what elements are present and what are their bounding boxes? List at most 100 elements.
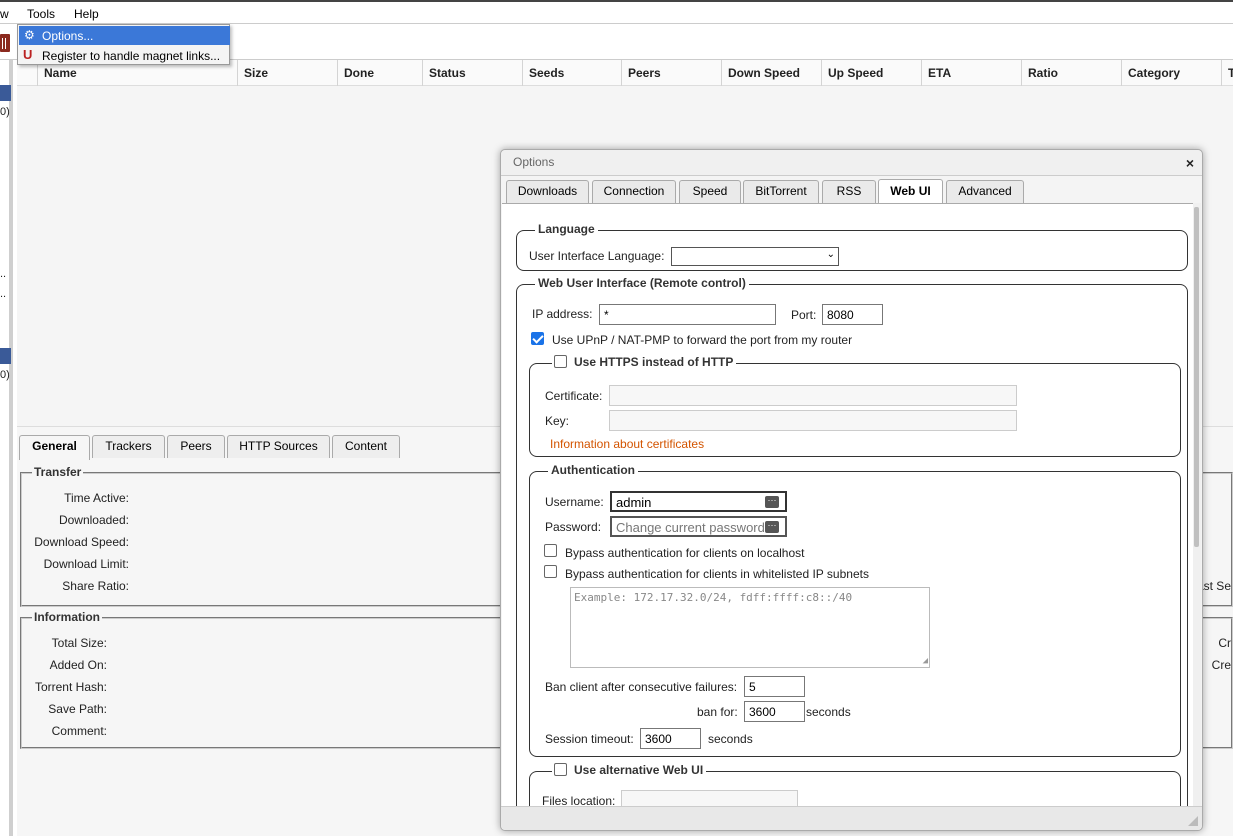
bypass-whitelist-label: Bypass authentication for clients in whi… [565,567,869,581]
menu-item-options[interactable]: ⚙ Options... [19,26,230,45]
tab-downloads[interactable]: Downloads [506,180,589,203]
web-ui-group: Web User Interface (Remote control) IP a… [516,276,1188,806]
password-input[interactable]: Change current password ··· [610,516,787,537]
key-label: Key: [545,414,570,428]
tab-web-ui[interactable]: Web UI [878,179,943,203]
ui-language-select[interactable]: ⌄ [671,247,839,266]
download-limit-label: Download Limit: [43,557,129,571]
port-label: Port: [791,308,817,322]
seconds-label: seconds [708,732,753,746]
alternative-webui-legend: Use alternative Web UI [552,763,707,777]
tab-advanced[interactable]: Advanced [946,180,1024,203]
password-placeholder: Change current password [616,520,765,535]
column-peers[interactable]: Peers [621,60,721,86]
language-legend: Language [535,222,598,236]
column-status[interactable]: Status [422,60,522,86]
https-legend: Use HTTPS instead of HTTP [552,355,737,369]
menu-item-register-magnet[interactable]: U Register to handle magnet links... [19,46,230,65]
sidebar-selected-item[interactable] [0,348,11,364]
menu-help[interactable]: Help [74,7,99,21]
tab-trackers[interactable]: Trackers [92,435,165,458]
session-timeout-label: Session timeout: [545,732,634,746]
files-location-input[interactable] [621,790,798,806]
alternative-webui-checkbox[interactable] [554,763,567,776]
resize-grip-icon[interactable] [1188,816,1198,826]
close-icon[interactable]: × [1186,155,1194,171]
qbittorrent-webui: w Tools Help 0) .. .. 0) Name Size Done … [0,0,1233,836]
dialog-scrollbar[interactable] [1193,203,1201,806]
column-ratio[interactable]: Ratio [1021,60,1121,86]
username-input[interactable]: admin ··· [610,491,787,512]
key-input[interactable] [609,410,1017,431]
subnet-whitelist-textarea[interactable]: Example: 172.17.32.0/24, fdff:ffff:c8::/… [570,587,930,668]
column-size[interactable]: Size [237,60,337,86]
sidebar-count: 0) [0,106,10,118]
certificate-input[interactable] [609,385,1017,406]
tab-speed[interactable]: Speed [679,180,741,203]
tab-content[interactable]: Content [332,435,400,458]
torrent-hash-label: Torrent Hash: [34,680,107,694]
certificates-info-link[interactable]: Information about certificates [550,437,704,451]
upnp-checkbox[interactable] [531,332,544,345]
column-done[interactable]: Done [337,60,423,86]
column-category[interactable]: Category [1121,60,1221,86]
password-manager-icon[interactable]: ··· [765,496,779,508]
sidebar-selected-item[interactable] [0,85,11,101]
tab-http-sources[interactable]: HTTP Sources [227,435,330,458]
ban-for-label: ban for: [697,705,738,719]
save-path-label: Save Path: [48,702,107,716]
magnet-icon: U [23,47,33,62]
bypass-localhost-label: Bypass authentication for clients on loc… [565,546,805,560]
downloaded-label: Downloaded: [58,513,129,527]
https-checkbox[interactable] [554,355,567,368]
web-ui-settings-pane: Language User Interface Language: ⌄ Web … [502,203,1195,806]
time-active-label: Time Active: [64,491,129,505]
session-timeout-input[interactable] [640,728,701,749]
resize-handle-icon[interactable]: ◢ [923,656,928,666]
tab-bittorrent[interactable]: BitTorrent [743,180,819,203]
filter-sidebar: 0) .. .. 0) [0,60,13,836]
column-eta[interactable]: ETA [921,60,1021,86]
sidebar-ellipsis: .. [0,268,7,280]
menu-bar: w Tools Help [0,4,1233,24]
files-location-label: Files location: [542,794,616,806]
dialog-title: Options [513,155,555,169]
tools-menu: ⚙ Options... U Register to handle magnet… [17,24,230,65]
delete-icon[interactable] [0,34,10,52]
menu-tools[interactable]: Tools [27,7,55,21]
web-ui-legend: Web User Interface (Remote control) [535,276,749,290]
ban-duration-input[interactable] [744,701,805,722]
information-legend: Information [32,610,102,624]
tab-rss[interactable]: RSS [822,180,876,203]
scrollbar-thumb[interactable] [1194,207,1199,547]
alternative-webui-group: Use alternative Web UI Files location: [529,763,1181,806]
ban-failures-input[interactable] [744,676,805,697]
bypass-whitelist-checkbox[interactable] [544,565,557,578]
tab-peers[interactable]: Peers [167,435,225,458]
column-down-speed[interactable]: Down Speed [721,60,821,86]
column-seeds[interactable]: Seeds [522,60,622,86]
options-dialog: Options × Downloads Connection Speed Bit… [500,149,1203,831]
password-manager-icon[interactable]: ··· [765,521,779,533]
column-up-speed[interactable]: Up Speed [821,60,921,86]
ip-address-input[interactable] [599,304,776,325]
ban-failures-label: Ban client after consecutive failures: [545,680,738,694]
bypass-localhost-checkbox[interactable] [544,544,557,557]
tab-connection[interactable]: Connection [592,180,676,203]
dialog-titlebar[interactable]: Options × [501,150,1202,176]
total-size-label: Total Size: [51,636,107,650]
dialog-footer [501,806,1202,830]
created-on-label: Cre [1211,658,1231,672]
port-input[interactable] [822,304,883,325]
menu-view[interactable]: w [0,7,9,21]
https-group: Use HTTPS instead of HTTP Certificate: K… [529,355,1181,457]
seconds-label: seconds [806,705,851,719]
username-label: Username: [545,495,604,509]
comment-label: Comment: [51,724,107,738]
column-tags[interactable]: T [1221,60,1233,86]
upnp-label: Use UPnP / NAT-PMP to forward the port f… [552,333,853,347]
created-by-label: Cr [1218,636,1231,650]
certificate-label: Certificate: [545,389,603,403]
ip-address-label: IP address: [532,307,593,321]
tab-general[interactable]: General [19,435,90,460]
